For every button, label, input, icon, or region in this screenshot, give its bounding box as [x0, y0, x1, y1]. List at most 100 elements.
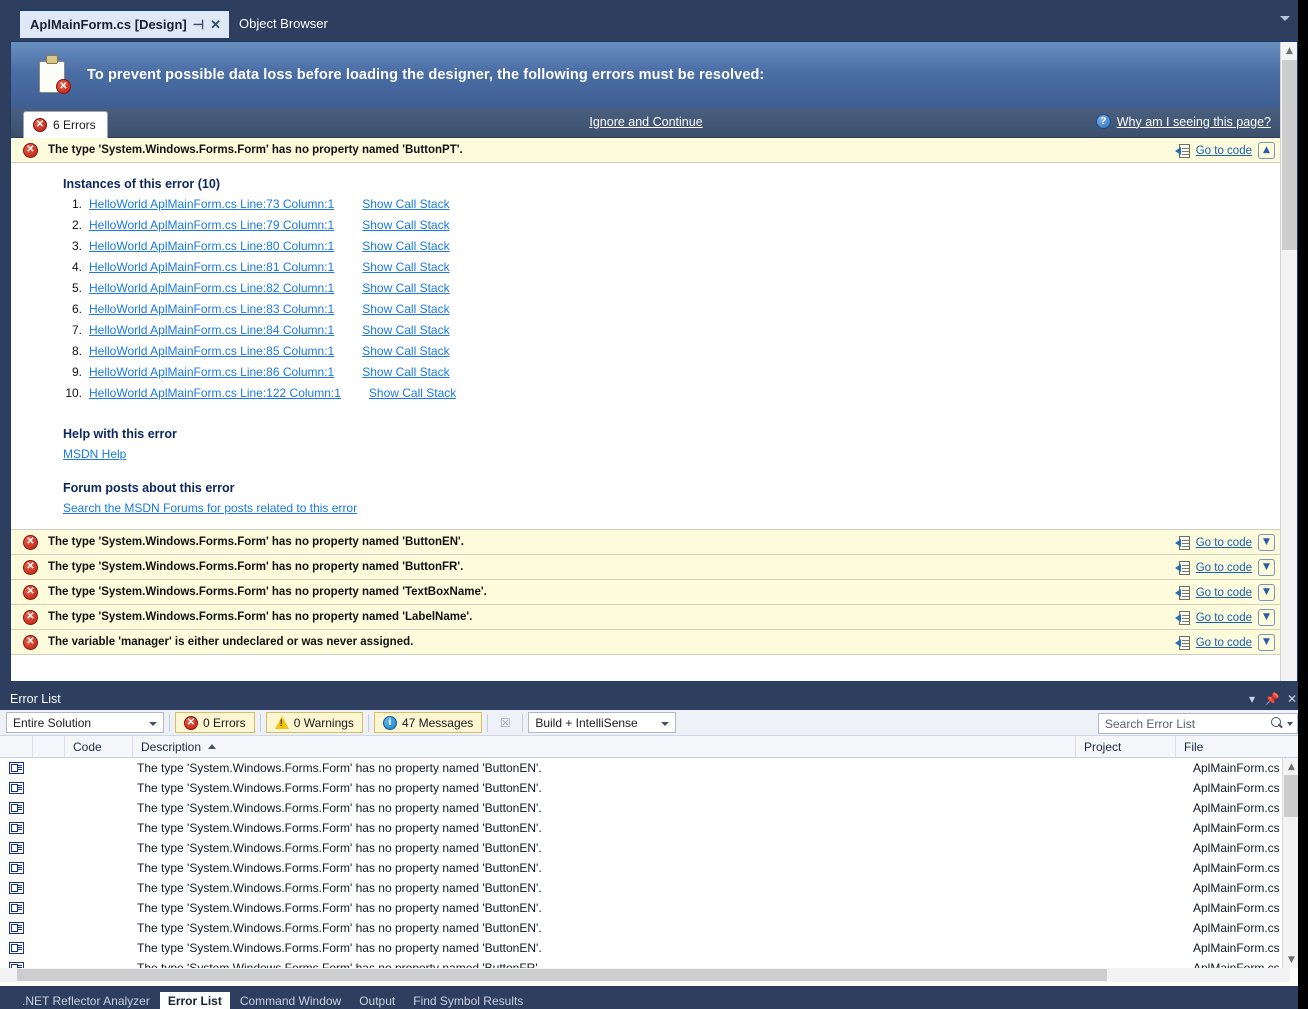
chevron-double-down-icon[interactable]: ▼ — [1258, 634, 1275, 651]
table-row[interactable]: The type 'System.Windows.Forms.Form' has… — [0, 918, 1308, 938]
chevron-down-icon[interactable]: ▾ — [1242, 689, 1262, 709]
show-call-stack-link[interactable]: Show Call Stack — [362, 260, 449, 274]
column-header-icon[interactable] — [33, 735, 65, 758]
cell-project — [1093, 778, 1193, 798]
cell-code — [65, 858, 133, 878]
instance-link[interactable]: HelloWorld AplMainForm.cs Line:85 Column… — [89, 344, 334, 358]
bottom-tab-find-symbol-results[interactable]: Find Symbol Results — [405, 992, 531, 1009]
table-row[interactable]: The type 'System.Windows.Forms.Form' has… — [0, 798, 1308, 818]
pin-icon[interactable]: ⊣ — [193, 18, 204, 31]
error-row[interactable]: ✕ The type 'System.Windows.Forms.Form' h… — [11, 605, 1281, 630]
table-row[interactable]: The type 'System.Windows.Forms.Form' has… — [0, 818, 1308, 838]
bottom-tab-error-list[interactable]: Error List — [159, 992, 230, 1009]
instance-link[interactable]: HelloWorld AplMainForm.cs Line:80 Column… — [89, 239, 334, 253]
instance-link[interactable]: HelloWorld AplMainForm.cs Line:83 Column… — [89, 302, 334, 316]
go-to-code-link[interactable]: Go to code — [1196, 637, 1252, 649]
tab-object-browser[interactable]: Object Browser — [229, 9, 336, 38]
cell-description: The type 'System.Windows.Forms.Form' has… — [137, 821, 542, 835]
list-item: 7. HelloWorld AplMainForm.cs Line:84 Col… — [63, 323, 1281, 344]
tool-window-tab-strip: .NET Reflector Analyzer Error List Comma… — [0, 992, 1308, 1009]
tab-aplmainform-design[interactable]: AplMainForm.cs [Design] ⊣ ✕ — [20, 9, 229, 38]
chevron-down-icon[interactable] — [1280, 16, 1290, 21]
instance-link[interactable]: HelloWorld AplMainForm.cs Line:79 Column… — [89, 218, 334, 232]
table-row[interactable]: The type 'System.Windows.Forms.Form' has… — [0, 958, 1308, 968]
show-call-stack-link[interactable]: Show Call Stack — [362, 344, 449, 358]
scrollbar-thumb[interactable] — [1284, 775, 1298, 817]
scroll-up-arrow-icon[interactable]: ▲ — [1281, 42, 1297, 59]
bottom-tab-command-window[interactable]: Command Window — [232, 992, 349, 1009]
warnings-filter-toggle[interactable]: 0 Warnings — [265, 712, 363, 733]
error-row[interactable]: ✕ The type 'System.Windows.Forms.Form' h… — [11, 530, 1281, 555]
show-call-stack-link[interactable]: Show Call Stack — [362, 197, 449, 211]
show-call-stack-link[interactable]: Show Call Stack — [362, 323, 449, 337]
column-header-project[interactable]: Project — [1076, 735, 1176, 758]
column-header-select[interactable] — [0, 735, 33, 758]
column-header-description[interactable]: Description — [133, 735, 1076, 758]
instances-heading: Instances of this error (10) — [63, 177, 220, 191]
ignore-and-continue-link[interactable]: Ignore and Continue — [589, 115, 702, 129]
show-call-stack-link[interactable]: Show Call Stack — [362, 365, 449, 379]
show-call-stack-link[interactable]: Show Call Stack — [369, 386, 456, 400]
instance-link[interactable]: HelloWorld AplMainForm.cs Line:84 Column… — [89, 323, 334, 337]
table-row[interactable]: The type 'System.Windows.Forms.Form' has… — [0, 878, 1308, 898]
error-row[interactable]: ✕ The type 'System.Windows.Forms.Form' h… — [11, 580, 1281, 605]
designer-banner-bar: ✕ 6 Errors Ignore and Continue ? Why am … — [11, 108, 1281, 138]
go-to-code-link[interactable]: Go to code — [1196, 587, 1252, 599]
instance-link[interactable]: HelloWorld AplMainForm.cs Line:122 Colum… — [89, 386, 341, 400]
errors-count-tab[interactable]: ✕ 6 Errors — [23, 111, 108, 138]
show-call-stack-link[interactable]: Show Call Stack — [362, 281, 449, 295]
chevron-double-down-icon[interactable]: ▼ — [1258, 609, 1275, 626]
table-row[interactable]: The type 'System.Windows.Forms.Form' has… — [0, 758, 1308, 778]
msdn-forum-search-link[interactable]: Search the MSDN Forums for posts related… — [63, 501, 1281, 515]
table-row[interactable]: The type 'System.Windows.Forms.Form' has… — [0, 898, 1308, 918]
go-to-code-link[interactable]: Go to code — [1196, 537, 1252, 549]
bottom-tab-net-reflector-analyzer[interactable]: .NET Reflector Analyzer — [14, 992, 158, 1009]
instance-link[interactable]: HelloWorld AplMainForm.cs Line:73 Column… — [89, 197, 334, 211]
messages-filter-toggle[interactable]: i 47 Messages — [373, 712, 483, 733]
chevron-double-down-icon[interactable]: ▼ — [1258, 584, 1275, 601]
designer-vertical-scrollbar[interactable]: ▲ — [1280, 42, 1297, 681]
search-icon[interactable] — [1271, 717, 1284, 730]
table-row[interactable]: The type 'System.Windows.Forms.Form' has… — [0, 838, 1308, 858]
go-to-code-link[interactable]: Go to code — [1196, 562, 1252, 574]
scrollbar-thumb[interactable] — [1282, 60, 1297, 250]
search-error-list-box[interactable] — [1098, 713, 1298, 734]
error-row[interactable]: ✕ The variable 'manager' is either undec… — [11, 630, 1281, 655]
instance-link[interactable]: HelloWorld AplMainForm.cs Line:82 Column… — [89, 281, 334, 295]
show-call-stack-link[interactable]: Show Call Stack — [362, 302, 449, 316]
error-detail-panel: Instances of this error (10) 1. HelloWor… — [11, 163, 1281, 530]
error-list-horizontal-scrollbar[interactable] — [0, 968, 1290, 982]
errors-filter-toggle[interactable]: ✕ 0 Errors — [175, 712, 255, 733]
why-seeing-page-link[interactable]: Why am I seeing this page? — [1117, 115, 1271, 129]
build-scope-selector[interactable]: Build + IntelliSense — [528, 712, 677, 733]
chevron-down-icon[interactable] — [1287, 721, 1293, 726]
column-header-code[interactable]: Code — [65, 735, 133, 758]
go-to-code-link[interactable]: Go to code — [1196, 612, 1252, 624]
show-call-stack-link[interactable]: Show Call Stack — [362, 239, 449, 253]
table-row[interactable]: The type 'System.Windows.Forms.Form' has… — [0, 938, 1308, 958]
scope-selector[interactable]: Entire Solution — [6, 712, 164, 733]
show-call-stack-link[interactable]: Show Call Stack — [362, 218, 449, 232]
bottom-tab-output[interactable]: Output — [351, 992, 403, 1009]
error-icon: ✕ — [23, 142, 38, 158]
error-list-vertical-scrollbar[interactable]: ▲ ▼ — [1282, 758, 1300, 968]
chevron-double-down-icon[interactable]: ▼ — [1258, 534, 1275, 551]
scrollbar-thumb[interactable] — [17, 969, 1107, 981]
table-row[interactable]: The type 'System.Windows.Forms.Form' has… — [0, 778, 1308, 798]
search-input[interactable] — [1105, 716, 1271, 731]
instance-link[interactable]: HelloWorld AplMainForm.cs Line:81 Column… — [89, 260, 334, 274]
chevron-double-down-icon[interactable]: ▼ — [1258, 559, 1275, 576]
msdn-help-link[interactable]: MSDN Help — [63, 447, 1281, 461]
column-header-file[interactable]: File — [1176, 736, 1291, 758]
chevron-double-up-icon[interactable]: ▲ — [1258, 142, 1275, 159]
table-row[interactable]: The type 'System.Windows.Forms.Form' has… — [0, 858, 1308, 878]
error-list-grid: Code Description Project File The type '… — [0, 735, 1308, 986]
go-to-code-link[interactable]: Go to code — [1196, 145, 1252, 157]
close-icon[interactable]: ✕ — [210, 18, 221, 31]
pin-icon[interactable]: 📌 — [1262, 689, 1282, 709]
error-row[interactable]: ✕ The type 'System.Windows.Forms.Form' h… — [11, 138, 1281, 163]
clear-filter-icon[interactable]: ☒ — [493, 712, 517, 733]
message-icon — [9, 762, 24, 774]
error-row[interactable]: ✕ The type 'System.Windows.Forms.Form' h… — [11, 555, 1281, 580]
instance-link[interactable]: HelloWorld AplMainForm.cs Line:86 Column… — [89, 365, 334, 379]
